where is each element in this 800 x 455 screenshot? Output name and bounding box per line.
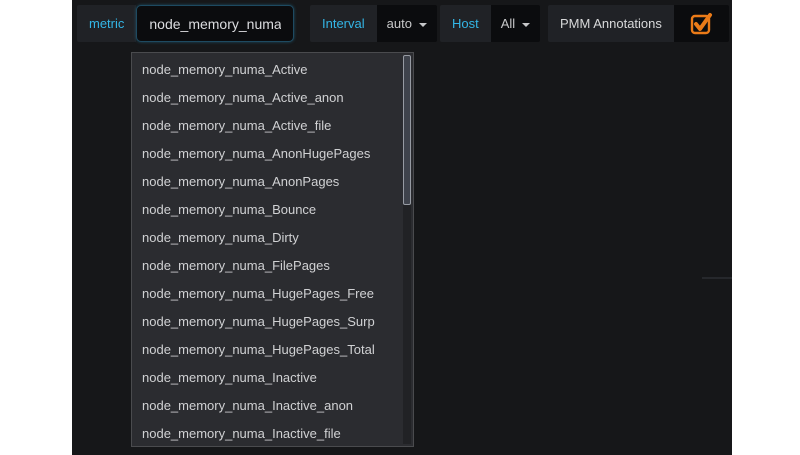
caret-down-icon [419, 23, 427, 27]
host-label: Host [440, 5, 491, 42]
host-variable-group: Host All [440, 5, 540, 42]
dropdown-item[interactable]: node_memory_numa_AnonHugePages [132, 140, 401, 168]
dashboard-panel: metric Interval auto Host All PMM Annota… [72, 0, 732, 455]
interval-variable-group: Interval auto [310, 5, 437, 42]
pmm-annotations-group: PMM Annotations [548, 5, 729, 42]
dropdown-item[interactable]: node_memory_numa_Dirty [132, 224, 401, 252]
dropdown-item[interactable]: node_memory_numa_HugePages_Surp [132, 308, 401, 336]
pmm-annotations-label: PMM Annotations [548, 5, 674, 42]
metric-dropdown-list: node_memory_numa_Activenode_memory_numa_… [132, 56, 401, 448]
dropdown-scrollbar-thumb[interactable] [403, 55, 411, 205]
host-value: All [501, 16, 515, 31]
metric-variable-group: metric [77, 5, 294, 42]
dropdown-item[interactable]: node_memory_numa_Active_anon [132, 84, 401, 112]
interval-value: auto [387, 16, 412, 31]
host-select[interactable]: All [491, 5, 540, 42]
dropdown-scrollbar-track[interactable] [403, 55, 411, 444]
dropdown-item[interactable]: node_memory_numa_HugePages_Total [132, 336, 401, 364]
dropdown-item[interactable]: node_memory_numa_FilePages [132, 252, 401, 280]
dropdown-item[interactable]: node_memory_numa_Inactive [132, 364, 401, 392]
metric-label: metric [77, 5, 136, 42]
dropdown-item[interactable]: node_memory_numa_Active_file [132, 112, 401, 140]
interval-select[interactable]: auto [377, 5, 437, 42]
pmm-annotations-checkbox[interactable] [674, 5, 729, 42]
caret-down-icon [522, 23, 530, 27]
panel-edge-divider [702, 277, 732, 279]
dropdown-item[interactable]: node_memory_numa_Active [132, 56, 401, 84]
page: metric Interval auto Host All PMM Annota… [0, 0, 800, 455]
interval-label: Interval [310, 5, 377, 42]
dropdown-item[interactable]: node_memory_numa_Bounce [132, 196, 401, 224]
dropdown-item[interactable]: node_memory_numa_HugePages_Free [132, 280, 401, 308]
checkbox-checked-icon [691, 14, 711, 34]
metric-dropdown: node_memory_numa_Activenode_memory_numa_… [131, 52, 414, 447]
dropdown-item[interactable]: node_memory_numa_AnonPages [132, 168, 401, 196]
dropdown-item[interactable]: node_memory_numa_Inactive_anon [132, 392, 401, 420]
metric-input[interactable] [136, 5, 294, 42]
dropdown-item[interactable]: node_memory_numa_Inactive_file [132, 420, 401, 448]
